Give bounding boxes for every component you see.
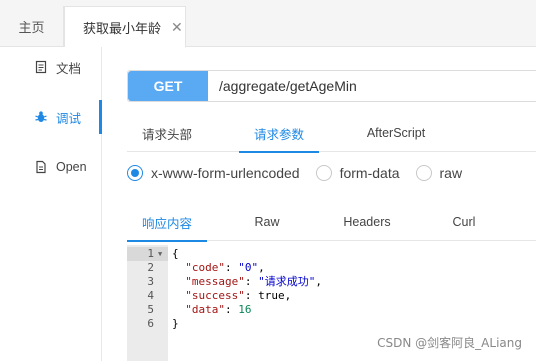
tab-afterscript[interactable]: AfterScript [353, 114, 439, 152]
document-icon [34, 60, 48, 74]
url-input[interactable]: /aggregate/getAgeMin [208, 71, 357, 101]
tab-response-content[interactable]: 响应内容 [127, 203, 207, 242]
sidebar-item-label: 文档 [56, 61, 82, 76]
code-line: "success": true, [185, 289, 292, 302]
top-tab-bar: 主页 获取最小年龄 ✕ [0, 0, 536, 48]
tab-headers[interactable]: Headers [332, 203, 402, 241]
radio-checked-icon [127, 165, 143, 181]
sidebar-item-docs[interactable]: 文档 [0, 47, 101, 87]
close-icon[interactable]: ✕ [171, 19, 183, 36]
brace-close: } [172, 317, 179, 330]
code-line: "message": "请求成功", [185, 275, 322, 288]
code-line: { [172, 247, 179, 261]
json-key: "code" [185, 261, 225, 274]
tab-get-min-age[interactable]: 获取最小年龄 ✕ [64, 6, 186, 48]
json-value: true [258, 289, 285, 302]
line-number: 6 [147, 317, 154, 330]
line-number: 5 [147, 303, 154, 316]
json-key: "success" [185, 289, 245, 302]
radio-unchecked-icon [315, 165, 332, 181]
method-button[interactable]: GET [128, 71, 208, 101]
radio-unchecked-icon [415, 165, 432, 181]
json-value: "0" [238, 261, 259, 274]
json-value: 16 [238, 303, 252, 316]
sidebar-item-label: Open [56, 160, 87, 174]
json-key: "data" [185, 303, 225, 316]
tab-request-params[interactable]: 请求参数 [239, 114, 319, 153]
request-tabs: 请求头部 请求参数 AfterScript [127, 114, 536, 153]
tab-home[interactable]: 主页 [0, 6, 64, 47]
line-number: 3 [147, 275, 154, 288]
brace-open: { [172, 247, 179, 260]
json-value: "请求成功" [258, 275, 316, 288]
sidebar-item-open[interactable]: Open [0, 147, 101, 187]
radio-x-www-form-urlencoded[interactable]: x-www-form-urlencoded [127, 165, 300, 181]
tab-raw[interactable]: Raw [237, 203, 297, 241]
watermark: CSDN @剑客阿良_ALiang [377, 336, 522, 350]
response-tabs: 响应内容 Raw Headers Curl [127, 203, 536, 242]
tab-label: 获取最小年龄 [83, 20, 162, 36]
code-line: } [172, 317, 179, 331]
sidebar-item-debug[interactable]: 调试 [0, 97, 102, 137]
line-number: 2 [147, 261, 154, 274]
tab-request-headers[interactable]: 请求头部 [127, 114, 207, 152]
file-icon [34, 160, 48, 174]
radio-label: raw [439, 165, 463, 181]
url-bar: GET /aggregate/getAgeMin [127, 70, 536, 102]
radio-form-data[interactable]: form-data [315, 165, 400, 181]
fold-arrow-icon[interactable]: ▼ [158, 247, 166, 261]
code-line: "code": "0", [185, 261, 265, 274]
radio-label: x-www-form-urlencoded [151, 165, 300, 181]
sidebar: 文档 调试 Open [0, 47, 102, 361]
code-line: "data": 16 [185, 303, 252, 316]
json-key: "message" [185, 275, 245, 288]
radio-raw[interactable]: raw [415, 165, 463, 181]
line-number: 4 [147, 289, 154, 302]
tab-curl[interactable]: Curl [437, 203, 491, 241]
body-type-radios: x-www-form-urlencoded form-data raw [127, 163, 478, 183]
bug-icon [34, 110, 48, 124]
radio-label: form-data [339, 165, 400, 181]
sidebar-item-label: 调试 [56, 111, 82, 126]
